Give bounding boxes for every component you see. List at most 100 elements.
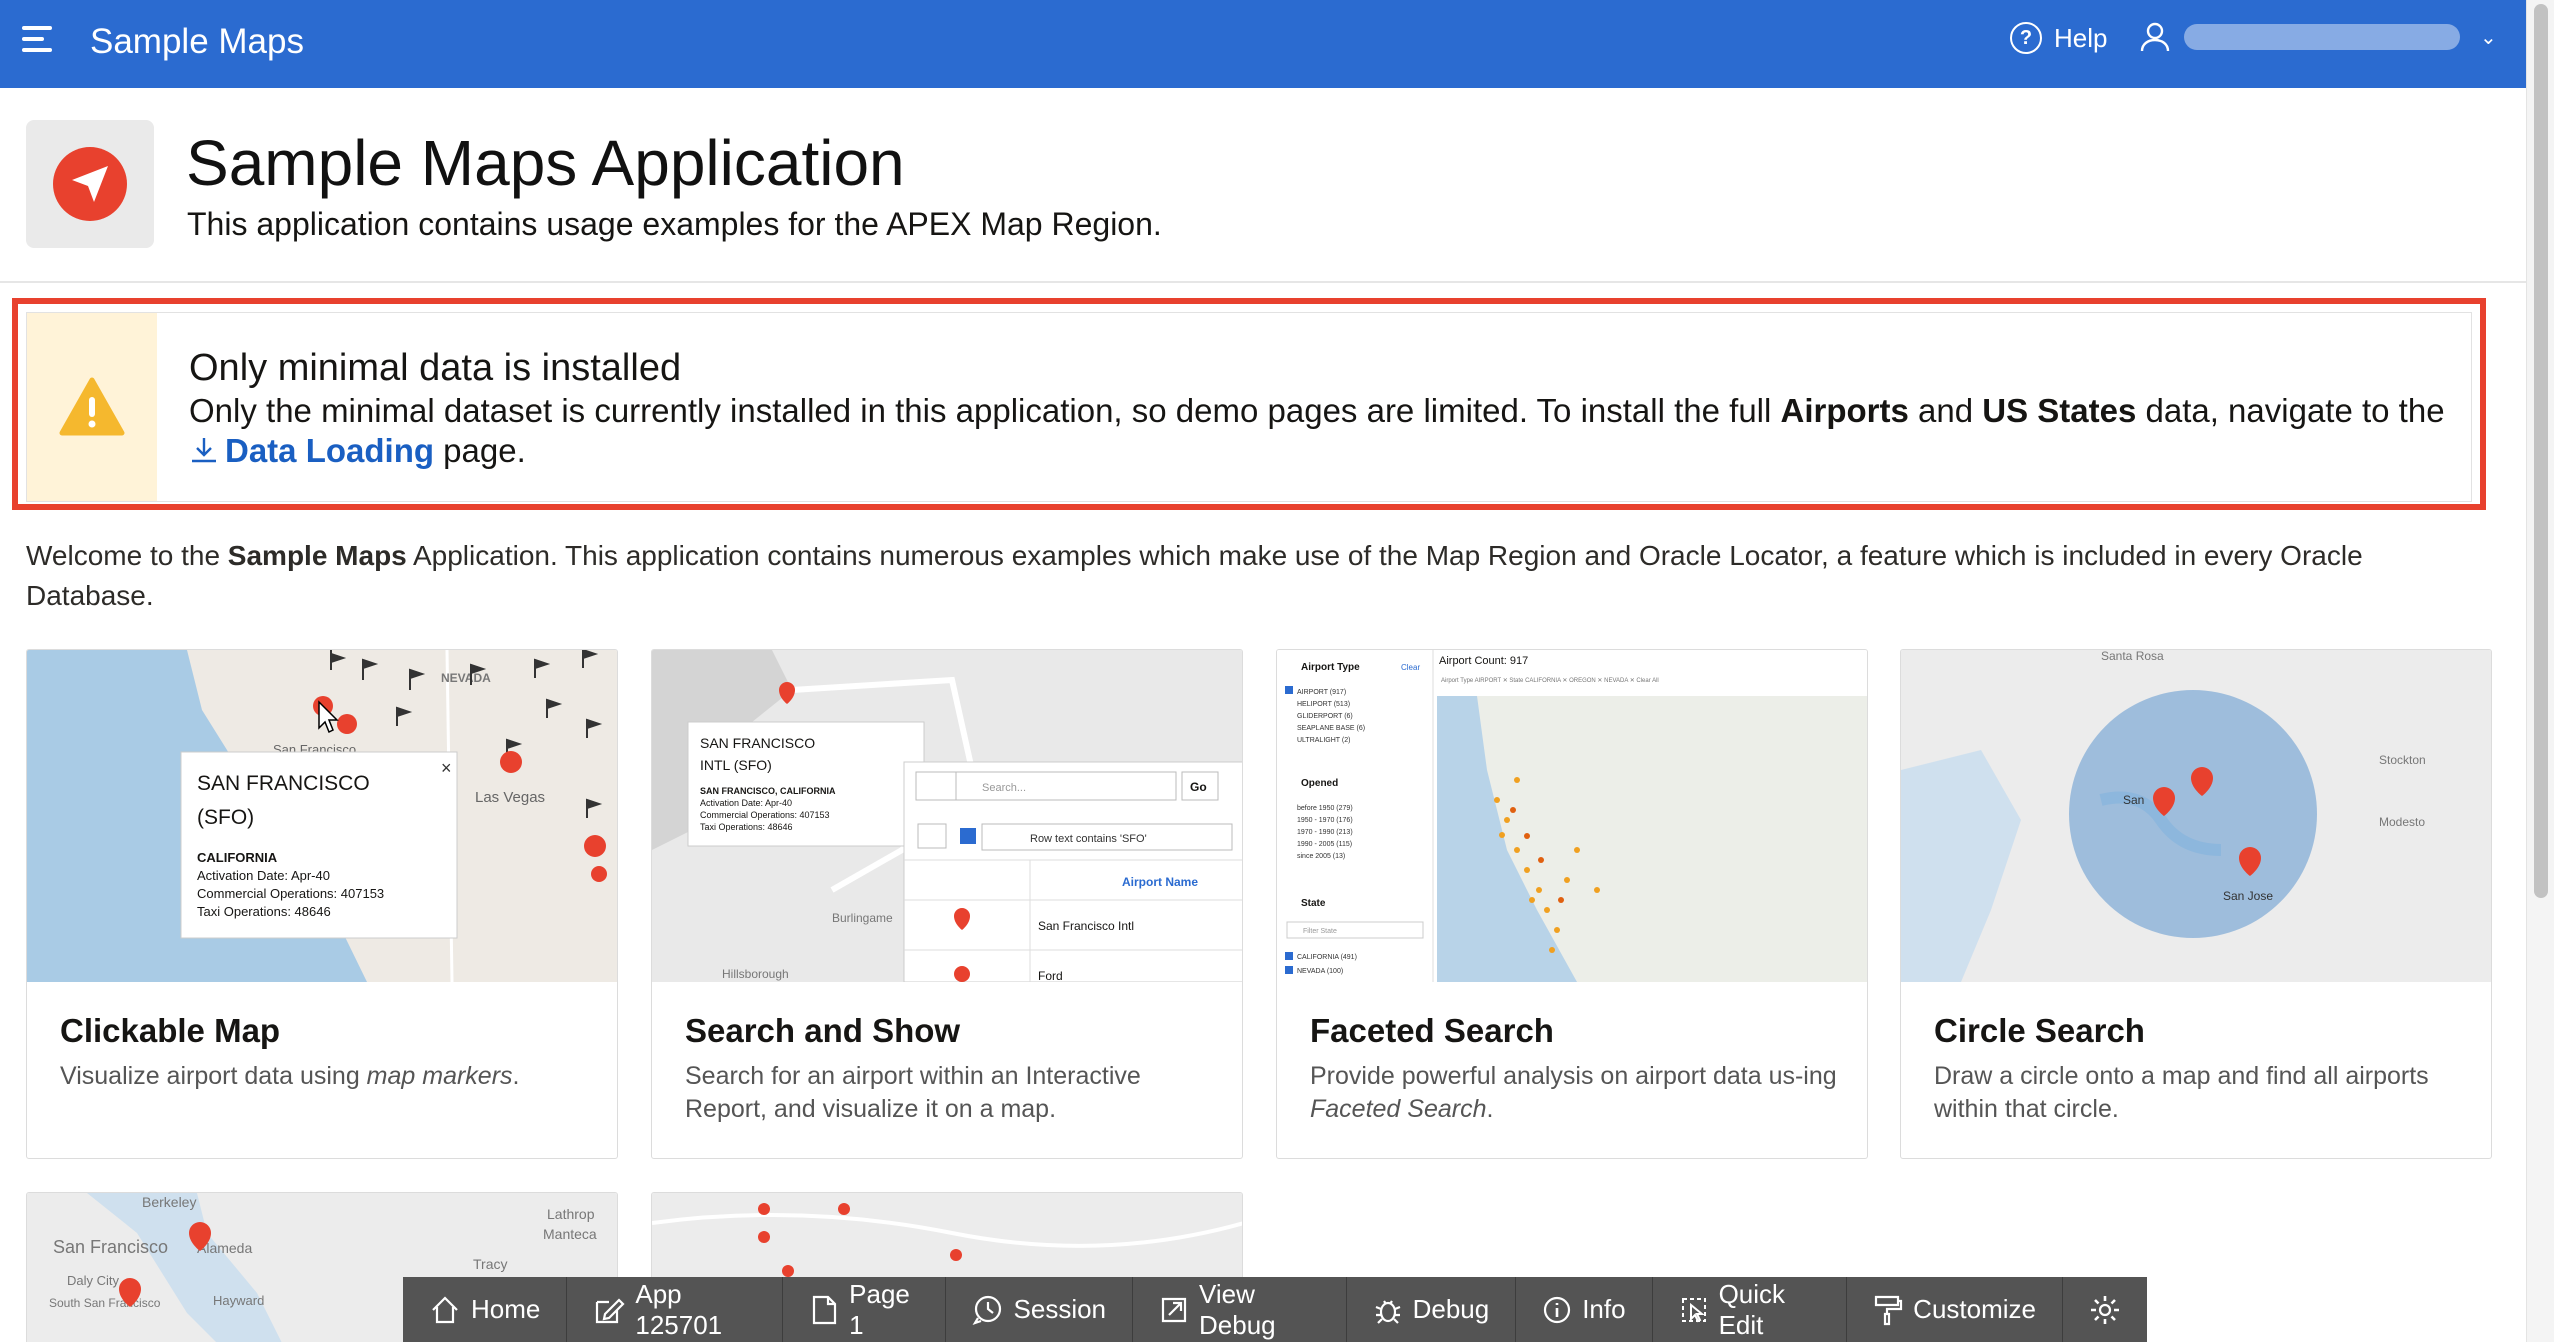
svg-text:Commercial Operations: 407153: Commercial Operations: 407153 (700, 810, 830, 820)
developer-toolbar: Home App 125701 Page 1 Session View Debu… (403, 1277, 2147, 1342)
svg-text:Tracy: Tracy (473, 1256, 507, 1272)
chevron-down-icon: ⌄ (2480, 26, 2497, 49)
warning-icon (59, 377, 125, 436)
paint-roller-icon (1875, 1295, 1903, 1325)
alert-icon-band (27, 313, 157, 501)
app-name[interactable]: Sample Maps (90, 22, 304, 62)
svg-text:NEVADA (100): NEVADA (100) (1297, 968, 1343, 975)
svg-text:Clear: Clear (1401, 663, 1420, 672)
card-title: Clickable Map (60, 1012, 281, 1049)
svg-text:ULTRALIGHT (2): ULTRALIGHT (2) (1297, 737, 1350, 744)
devbar-debug[interactable]: Debug (1347, 1277, 1517, 1342)
gear-icon (2091, 1295, 2119, 1324)
svg-text:State: State (1301, 898, 1326, 909)
svg-text:Search...: Search... (982, 782, 1026, 794)
page-icon (813, 1295, 837, 1324)
svg-text:since 2005 (13): since 2005 (13) (1297, 853, 1345, 860)
svg-text:INTL (SFO): INTL (SFO) (700, 757, 772, 773)
card-clickable-map[interactable]: NEVADA San Francisco Las Vegas × SAN FRA… (26, 649, 618, 1159)
svg-text:SEAPLANE BASE (6): SEAPLANE BASE (6) (1297, 725, 1365, 732)
card-description: Draw a circle onto a map and find all ai… (1934, 1062, 2429, 1123)
svg-text:Taxi Operations: 48646: Taxi Operations: 48646 (197, 904, 331, 919)
svg-text:Airport Name: Airport Name (1122, 875, 1198, 889)
card-thumbnail: NEVADA San Francisco Las Vegas × SAN FRA… (27, 650, 617, 983)
alert-body: Only the minimal dataset is currently in… (189, 392, 2445, 469)
devbar-customize[interactable]: Customize (1847, 1277, 2063, 1342)
svg-text:Stockton: Stockton (2379, 753, 2426, 767)
svg-text:Las Vegas: Las Vegas (475, 789, 545, 806)
svg-text:GLIDERPORT (6): GLIDERPORT (6) (1297, 713, 1353, 720)
svg-text:SAN FRANCISCO: SAN FRANCISCO (700, 735, 815, 751)
card-thumbnail: Santa Rosa Stockton Modesto San Jose San (1901, 650, 2491, 982)
svg-text:Commercial Operations: 407153: Commercial Operations: 407153 (197, 886, 384, 901)
svg-text:Modesto: Modesto (2379, 815, 2425, 829)
card-search-and-show[interactable]: Burlingame Hillsborough SAN FRANCISCO IN… (651, 649, 1243, 1159)
alert-title: Only minimal data is installed (189, 347, 682, 389)
svg-text:×: × (441, 758, 452, 778)
svg-text:1990 - 2005 (115): 1990 - 2005 (115) (1297, 841, 1352, 848)
page-title: Sample Maps Application (186, 127, 905, 199)
svg-text:Opened: Opened (1301, 778, 1338, 789)
download-icon (192, 438, 216, 463)
devbar-info[interactable]: Info (1516, 1277, 1653, 1342)
svg-text:Burlingame: Burlingame (832, 911, 893, 925)
help-label: Help (2054, 22, 2108, 53)
help-icon: ? (2010, 22, 2042, 54)
menu-icon[interactable] (22, 26, 62, 60)
card-description: Visualize airport data using map markers… (60, 1062, 520, 1090)
svg-text:Activation Date: Apr-40: Activation Date: Apr-40 (197, 868, 330, 883)
devbar-session[interactable]: Session (946, 1277, 1134, 1342)
session-icon (972, 1295, 1001, 1325)
svg-text:Lathrop: Lathrop (547, 1206, 595, 1222)
svg-text:San Francisco Intl: San Francisco Intl (1038, 919, 1134, 933)
bug-icon (1375, 1299, 1400, 1324)
svg-text:SAN FRANCISCO: SAN FRANCISCO (197, 772, 370, 795)
scrollbar-thumb[interactable] (2534, 4, 2548, 898)
card-title: Search and Show (685, 1012, 961, 1049)
svg-text:1970 - 1990 (213): 1970 - 1990 (213) (1297, 829, 1353, 836)
page-scrollbar[interactable] (2526, 0, 2554, 1342)
svg-text:Hillsborough: Hillsborough (722, 967, 789, 981)
svg-text:(SFO): (SFO) (197, 806, 254, 829)
svg-text:AIRPORT (917): AIRPORT (917) (1297, 689, 1346, 696)
svg-text:Row text contains 'SFO': Row text contains 'SFO' (1030, 833, 1147, 845)
user-menu[interactable]: ⌄ (2140, 22, 2497, 52)
devbar-settings[interactable] (2063, 1277, 2147, 1342)
svg-text:San: San (2123, 793, 2144, 807)
svg-text:Go: Go (1190, 780, 1207, 794)
svg-text:SAN FRANCISCO, CALIFORNIA: SAN FRANCISCO, CALIFORNIA (700, 786, 836, 796)
devbar-home[interactable]: Home (403, 1277, 568, 1342)
devbar-view-debug[interactable]: View Debug (1133, 1277, 1347, 1342)
svg-text:Airport Count: 917: Airport Count: 917 (1439, 655, 1528, 667)
devbar-page[interactable]: Page 1 (783, 1277, 946, 1342)
devbar-quick-edit[interactable]: Quick Edit (1653, 1277, 1848, 1342)
svg-text:Ford: Ford (1038, 969, 1063, 982)
card-title: Circle Search (1934, 1012, 2145, 1049)
svg-text:San Francisco: San Francisco (53, 1237, 168, 1257)
svg-text:1950 - 1970 (176): 1950 - 1970 (176) (1297, 817, 1353, 824)
svg-text:NEVADA: NEVADA (441, 671, 491, 685)
app-icon (26, 120, 154, 248)
svg-text:Activation Date: Apr-40: Activation Date: Apr-40 (700, 798, 792, 808)
card-thumbnail: Airport Type Clear AIRPORT (917) HELIPOR… (1277, 650, 1867, 982)
username-redacted (2184, 24, 2460, 50)
help-button[interactable]: ? Help (2010, 22, 2107, 54)
card-description: Search for an airport within an Interact… (685, 1062, 1141, 1123)
card-faceted-search[interactable]: Airport Type Clear AIRPORT (917) HELIPOR… (1276, 649, 1868, 1159)
edit-icon (596, 1297, 625, 1323)
svg-text:Filter State: Filter State (1303, 928, 1337, 935)
svg-text:Berkeley: Berkeley (142, 1194, 196, 1210)
card-title: Faceted Search (1310, 1012, 1554, 1049)
svg-text:Manteca: Manteca (543, 1226, 597, 1242)
svg-text:Airport Type AIRPORT ✕ Stat: Airport Type AIRPORT ✕ State CALIFORNIA … (1441, 678, 1659, 684)
svg-text:before 1950 (279): before 1950 (279) (1297, 805, 1353, 812)
warning-alert: Only minimal data is installed Only the … (26, 312, 2472, 502)
welcome-text: Welcome to the Sample Maps Application. … (26, 540, 2363, 611)
card-circle-search[interactable]: Santa Rosa Stockton Modesto San Jose San… (1900, 649, 2492, 1159)
card-thumbnail: Burlingame Hillsborough SAN FRANCISCO IN… (652, 650, 1242, 983)
devbar-app[interactable]: App 125701 (567, 1277, 784, 1342)
data-loading-link[interactable]: Data Loading (189, 432, 434, 469)
svg-text:Santa Rosa: Santa Rosa (2101, 650, 2164, 663)
svg-text:Daly City: Daly City (67, 1273, 120, 1288)
svg-text:HELIPORT (513): HELIPORT (513) (1297, 701, 1350, 708)
